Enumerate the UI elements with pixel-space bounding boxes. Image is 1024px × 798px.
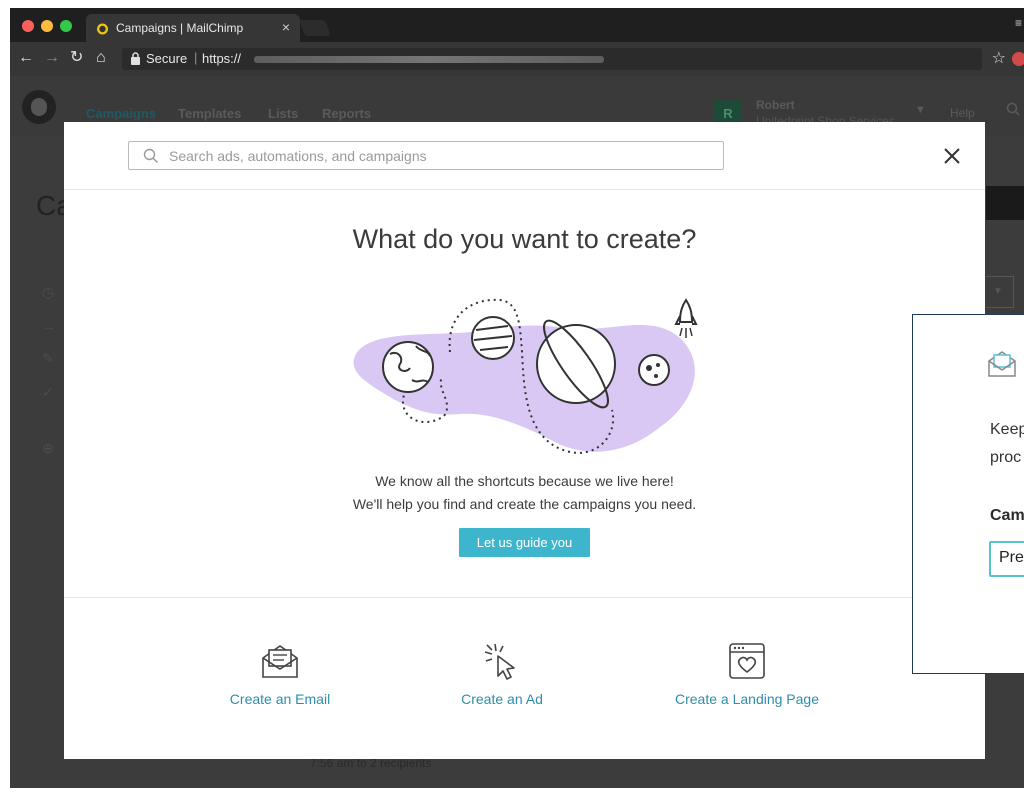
campaign-side-panel: Keep proc Cam Pre bbox=[912, 314, 1024, 674]
nav-campaigns[interactable]: Campaigns bbox=[86, 106, 156, 121]
page-action-button[interactable] bbox=[986, 186, 1024, 220]
subtitle-line-2: We'll help you find and create the campa… bbox=[352, 496, 697, 512]
secure-label: Secure bbox=[146, 51, 188, 66]
home-icon[interactable]: ⌂ bbox=[96, 49, 106, 67]
envelope-icon bbox=[988, 351, 1016, 377]
search-input[interactable] bbox=[167, 145, 711, 167]
url-blurred bbox=[254, 56, 604, 63]
clock-icon[interactable]: ◷ bbox=[42, 284, 54, 301]
browser-toolbar: ← → ↻ ⌂ Secure | https:// ☆ bbox=[10, 42, 1024, 76]
campaign-name-input[interactable]: Pre bbox=[989, 541, 1024, 577]
forward-arrow-icon[interactable]: → bbox=[44, 49, 60, 67]
minimize-window-button[interactable] bbox=[41, 20, 53, 32]
mailchimp-favicon-icon bbox=[97, 23, 108, 35]
tab-strip: Campaigns | MailChimp × ≡ bbox=[10, 8, 1024, 42]
search-icon bbox=[143, 148, 158, 163]
check-icon[interactable]: ✓ bbox=[42, 384, 54, 401]
browser-heart-icon bbox=[729, 643, 765, 679]
envelope-icon bbox=[262, 645, 298, 678]
nav-templates[interactable]: Templates bbox=[178, 106, 241, 121]
create-landing-page-option[interactable]: Create a Landing Page bbox=[664, 642, 830, 707]
subtitle-line-1: We know all the shortcuts because we liv… bbox=[375, 473, 674, 489]
create-landing-page-label[interactable]: Create a Landing Page bbox=[664, 691, 830, 707]
campaign-name-label: Cam bbox=[990, 507, 1024, 524]
modal-headline: What do you want to create? bbox=[352, 224, 697, 254]
divider bbox=[64, 189, 985, 190]
create-email-label[interactable]: Create an Email bbox=[224, 691, 336, 707]
chevron-down-icon[interactable]: ▼ bbox=[982, 276, 1014, 308]
extension-icon[interactable] bbox=[1012, 52, 1024, 66]
profile-menu-icon[interactable]: ≡ bbox=[1015, 16, 1022, 30]
tab-title: Campaigns | MailChimp bbox=[116, 21, 244, 35]
maximize-window-button[interactable] bbox=[60, 20, 72, 32]
close-window-button[interactable] bbox=[22, 20, 34, 32]
tab-close-icon[interactable]: × bbox=[282, 19, 290, 35]
create-email-option[interactable]: Create an Email bbox=[224, 642, 336, 707]
planets-illustration bbox=[353, 298, 698, 454]
create-ad-option[interactable]: Create an Ad bbox=[452, 642, 552, 707]
tab-campaigns[interactable]: Campaigns | MailChimp × bbox=[86, 14, 300, 42]
panel-text-line-1: Keep bbox=[990, 421, 1024, 438]
reload-icon[interactable]: ↻ bbox=[70, 49, 83, 67]
nav-reports[interactable]: Reports bbox=[322, 106, 371, 121]
url-separator: | bbox=[194, 50, 198, 65]
lock-icon bbox=[131, 52, 140, 65]
panel-text-line-2: proc bbox=[990, 449, 1022, 466]
close-icon[interactable] bbox=[942, 146, 962, 166]
add-circle-icon[interactable]: ⊕ bbox=[42, 440, 54, 457]
account-name[interactable]: Robert bbox=[756, 98, 795, 112]
url-text: https:// bbox=[202, 51, 242, 66]
chevron-down-icon[interactable]: ▼ bbox=[915, 104, 926, 116]
bookmark-star-icon[interactable]: ☆ bbox=[992, 48, 1006, 68]
campaign-name-value: Pre bbox=[999, 549, 1024, 566]
help-link[interactable]: Help bbox=[950, 106, 975, 120]
address-bar[interactable]: Secure | https:// bbox=[122, 48, 982, 70]
pencil-icon[interactable]: ✎ bbox=[42, 350, 54, 367]
back-arrow-icon[interactable]: ← bbox=[18, 49, 34, 67]
search-icon[interactable] bbox=[1006, 102, 1020, 116]
arrow-right-icon[interactable]: → bbox=[42, 318, 56, 334]
create-ad-label[interactable]: Create an Ad bbox=[452, 691, 552, 707]
divider bbox=[64, 597, 985, 598]
cursor-click-icon bbox=[484, 643, 515, 680]
modal-search-box bbox=[128, 141, 724, 170]
create-modal: What do you want to create? We know all … bbox=[64, 122, 985, 759]
nav-lists[interactable]: Lists bbox=[268, 106, 298, 121]
guide-button[interactable]: Let us guide you bbox=[459, 528, 590, 557]
new-tab-button[interactable] bbox=[299, 20, 331, 36]
mailchimp-logo-icon[interactable] bbox=[22, 90, 56, 124]
